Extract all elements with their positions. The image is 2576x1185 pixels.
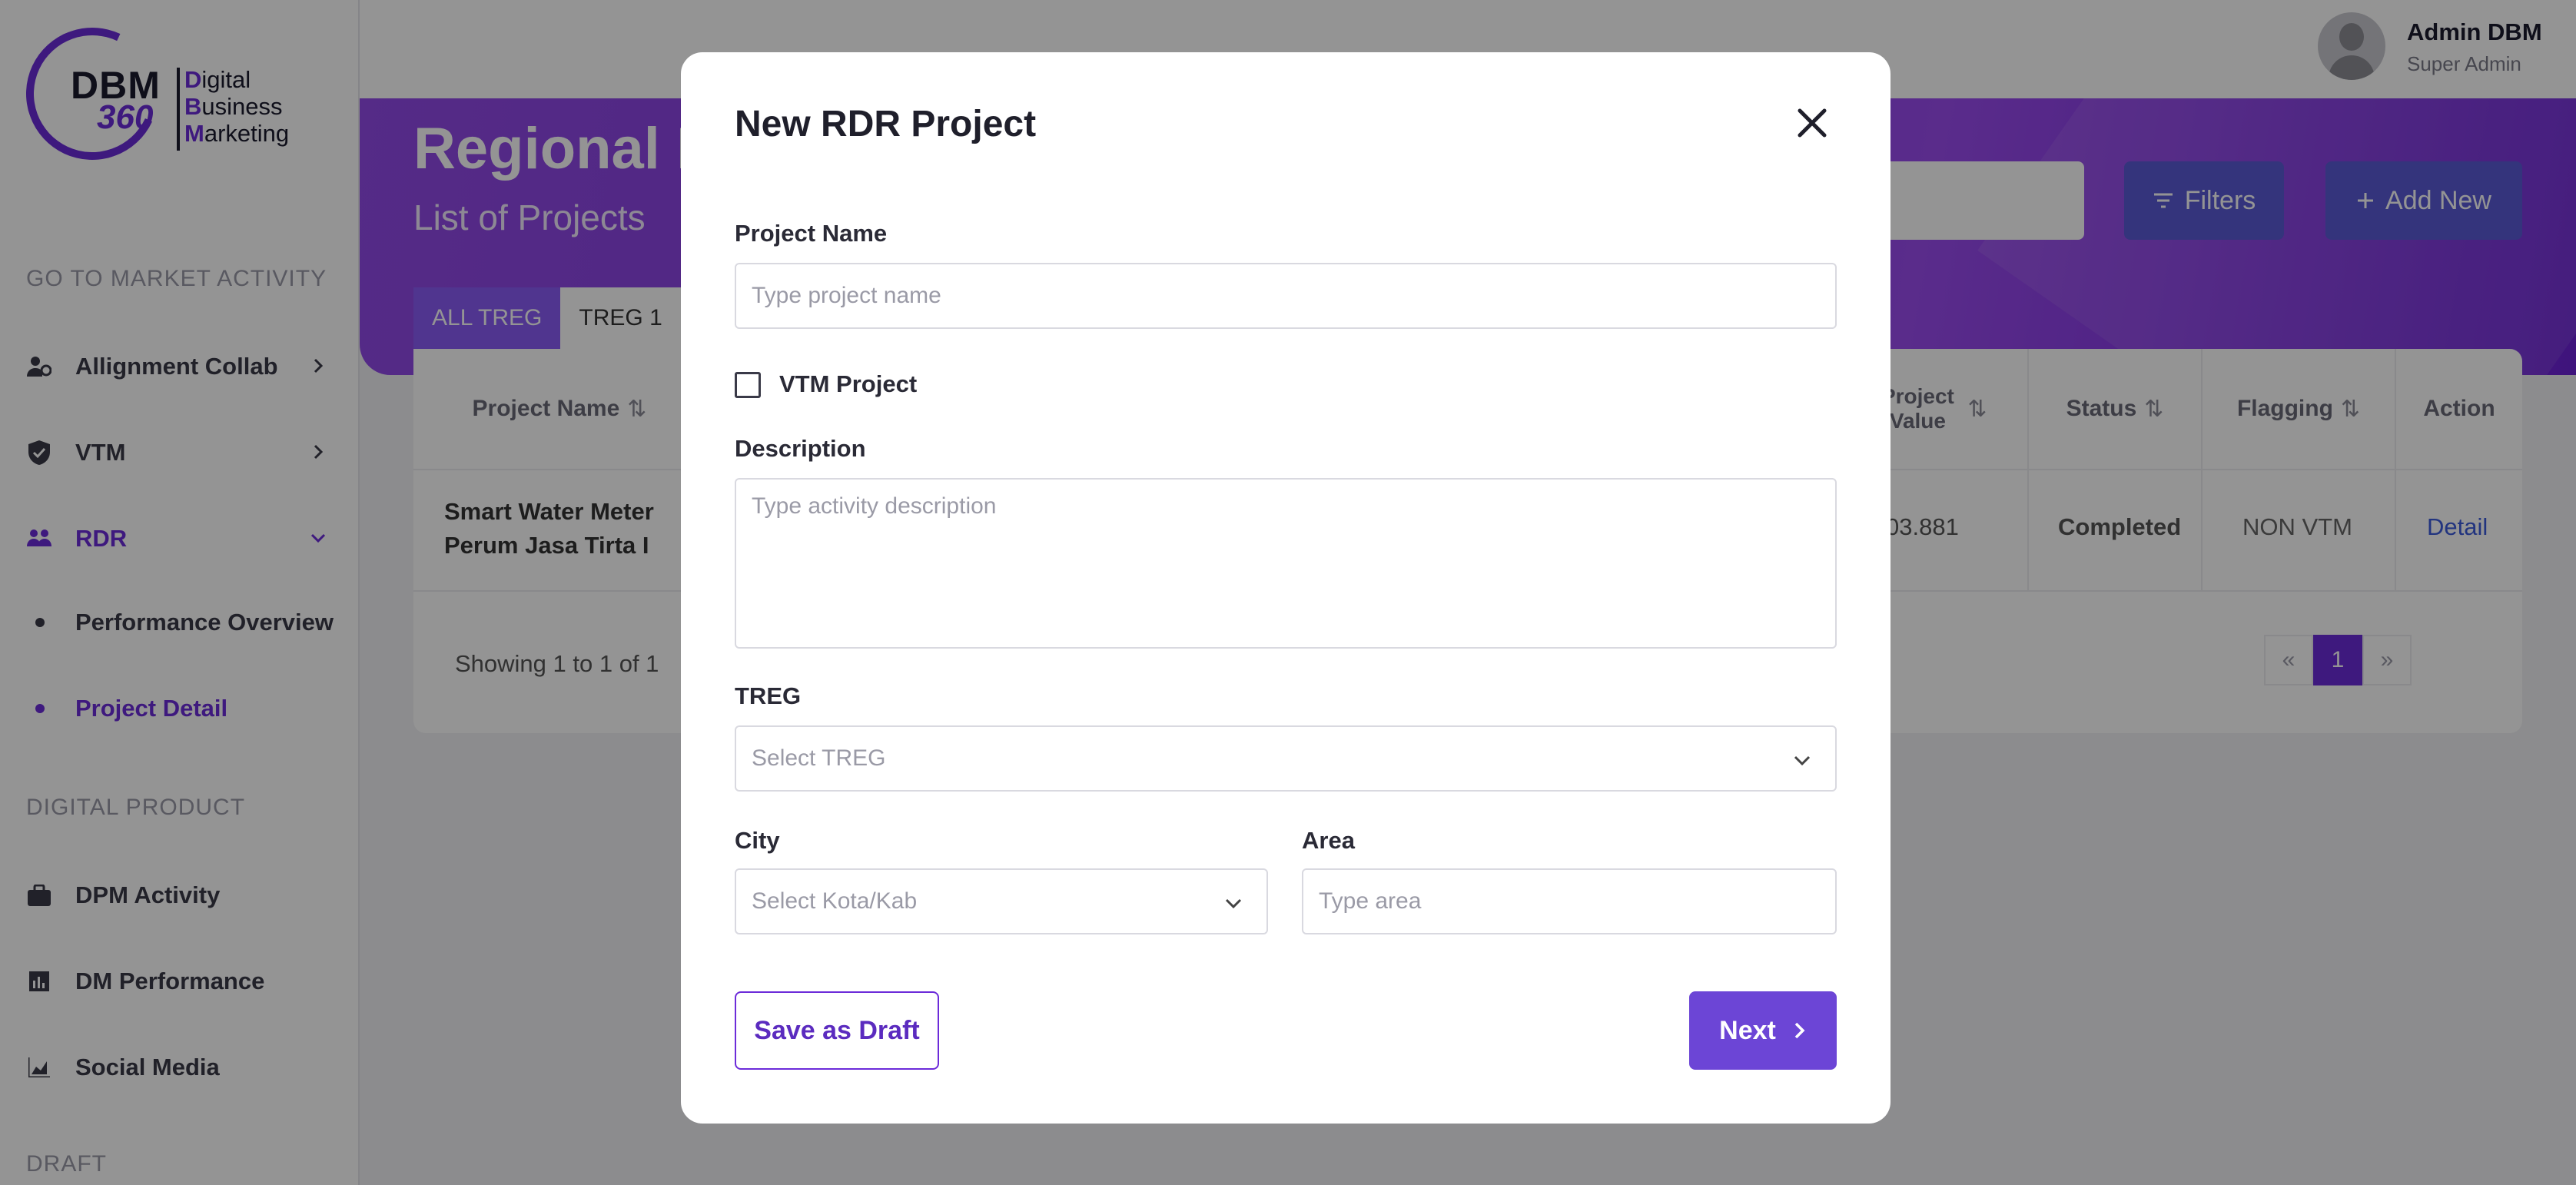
save-as-draft-button[interactable]: Save as Draft xyxy=(735,991,939,1070)
modal-title: New RDR Project xyxy=(735,104,1037,144)
project-name-label: Project Name xyxy=(735,220,888,247)
description-label: Description xyxy=(735,435,866,462)
city-label: City xyxy=(735,827,780,854)
chevron-down-icon xyxy=(1225,898,1242,909)
close-icon[interactable] xyxy=(1788,98,1837,148)
vtm-project-checkbox[interactable] xyxy=(735,372,761,398)
treg-label: TREG xyxy=(735,682,802,709)
city-select-placeholder: Select Kota/Kab xyxy=(752,888,918,914)
area-input[interactable]: Type area xyxy=(1302,868,1837,934)
next-button-label: Next xyxy=(1719,1015,1776,1045)
treg-select[interactable]: Select TREG xyxy=(735,725,1837,792)
vtm-project-label: VTM Project xyxy=(779,370,918,397)
description-textarea[interactable]: Type activity description xyxy=(735,478,1837,649)
chevron-down-icon xyxy=(1794,755,1811,766)
treg-select-placeholder: Select TREG xyxy=(752,745,886,771)
chevron-right-icon xyxy=(1794,1022,1805,1039)
next-button[interactable]: Next xyxy=(1689,991,1837,1070)
city-select[interactable]: Select Kota/Kab xyxy=(735,868,1268,934)
area-label: Area xyxy=(1302,827,1355,854)
new-rdr-project-dialog: New RDR Project Project Name Type projec… xyxy=(681,52,1891,1124)
project-name-input[interactable]: Type project name xyxy=(735,263,1837,329)
